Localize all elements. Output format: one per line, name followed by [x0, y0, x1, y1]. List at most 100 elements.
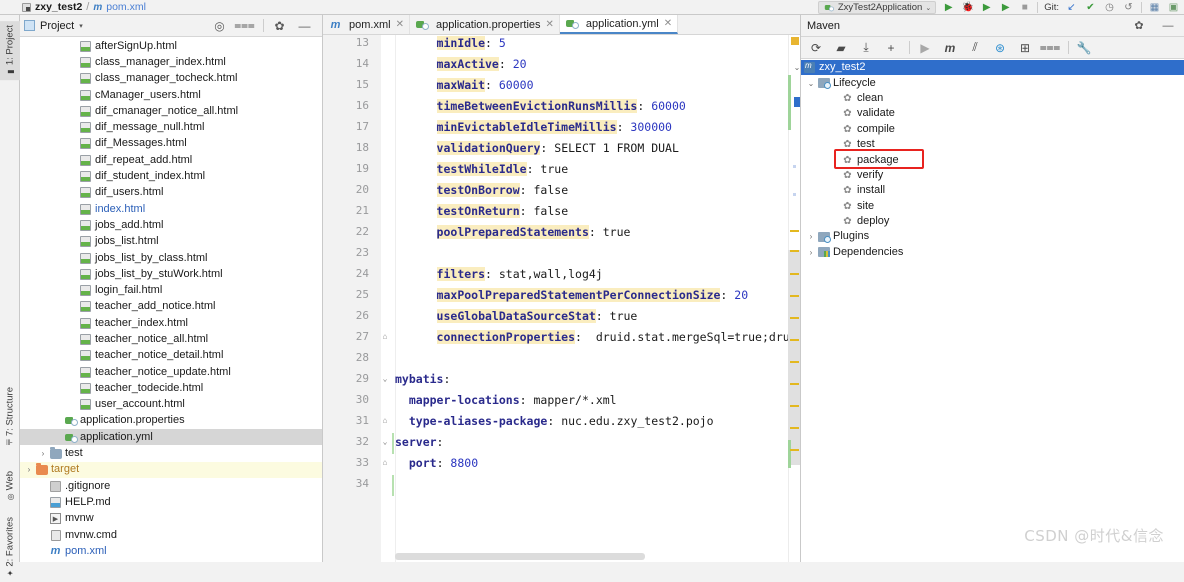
git-commit-icon[interactable]: ✔	[1084, 1, 1097, 14]
editor-tab-application-yml[interactable]: application.yml ✕	[559, 15, 679, 34]
collapse-all-icon[interactable]: ⩶	[234, 18, 255, 32]
code-line-24[interactable]: 24 filters: stat,wall,log4j	[323, 263, 800, 284]
maven-item-package[interactable]: ✿ package	[801, 152, 1184, 167]
scrollbar-thumb[interactable]	[788, 250, 800, 465]
tree-item-test[interactable]: › test	[20, 445, 322, 461]
chevron-down-icon[interactable]: ⌄	[791, 63, 803, 72]
maven-item-compile[interactable]: ✿ compile	[801, 122, 1184, 137]
select-opened-file-icon[interactable]: ◎	[213, 19, 226, 33]
tree-item-login-fail-html[interactable]: login_fail.html	[20, 282, 322, 298]
code-line-25[interactable]: 25 maxPoolPreparedStatementPerConnection…	[323, 284, 800, 305]
code-line-23[interactable]: 23	[323, 242, 800, 263]
tool-window-structure[interactable]: ⊪ 7: Structure	[0, 383, 20, 451]
close-icon[interactable]: ✕	[396, 19, 404, 30]
stripe-warning-marker[interactable]	[791, 37, 799, 45]
settings-icon[interactable]: ✿	[273, 19, 286, 33]
preview-icon[interactable]: ▣	[1167, 1, 1180, 14]
tree-item-class-manager-tocheck-html[interactable]: class_manager_tocheck.html	[20, 71, 322, 87]
stripe-warning-marker[interactable]	[790, 339, 799, 341]
generate-sources-icon[interactable]: ▰	[834, 41, 848, 55]
chevron-right-icon[interactable]: ›	[805, 232, 817, 241]
tool-window-project[interactable]: ▮ 1: Project	[0, 21, 20, 81]
project-panel-title-group[interactable]: Project ▾	[24, 20, 83, 32]
close-icon[interactable]: ✕	[664, 18, 672, 29]
code-line-27[interactable]: 27 ⌂ connectionProperties: druid.stat.mer…	[323, 326, 800, 347]
code-line-13[interactable]: 13 minIdle: 5	[323, 35, 800, 53]
fold-marker-icon[interactable]: ⌂	[375, 332, 395, 341]
code-line-34[interactable]: 34	[323, 473, 800, 494]
tree-item-dif-users-html[interactable]: dif_users.html	[20, 185, 322, 201]
stripe-warning-marker[interactable]	[790, 405, 799, 407]
code-line-30[interactable]: 30 mapper-locations: mapper/*.xml	[323, 389, 800, 410]
project-file-tree[interactable]: afterSignUp.html class_manager_index.html…	[20, 37, 322, 562]
search-everywhere-icon[interactable]: ▦	[1148, 1, 1161, 14]
tree-item-teacher-notice-update-html[interactable]: teacher_notice_update.html	[20, 364, 322, 380]
add-maven-project-icon[interactable]: +	[884, 41, 898, 55]
maven-build-tools-icon[interactable]: 🔧	[1077, 41, 1092, 55]
maven-item-validate[interactable]: ✿ validate	[801, 106, 1184, 121]
tree-item-dif-repeat-add-html[interactable]: dif_repeat_add.html	[20, 152, 322, 168]
settings-icon[interactable]: ✿	[1132, 19, 1146, 33]
tree-item-aftersignup-html[interactable]: afterSignUp.html	[20, 38, 322, 54]
maven-item-install[interactable]: ✿ install	[801, 183, 1184, 198]
fold-marker-icon[interactable]: ⌂	[375, 416, 395, 425]
code-line-19[interactable]: 19 testWhileIdle: true	[323, 158, 800, 179]
maven-item-deploy[interactable]: ✿ deploy	[801, 214, 1184, 229]
tree-item-jobs-list-by-stuwork-html[interactable]: jobs_list_by_stuWork.html	[20, 266, 322, 282]
tree-item-dif-message-null-html[interactable]: dif_message_null.html	[20, 119, 322, 135]
tree-item-help-md[interactable]: HELP.md	[20, 494, 322, 510]
stripe-warning-marker[interactable]	[790, 449, 799, 451]
breadcrumb-file[interactable]: pom.xml	[106, 1, 146, 13]
git-history-icon[interactable]: ◷	[1103, 1, 1116, 14]
code-line-31[interactable]: 31 ⌂ type-aliases-package: nuc.edu.zxy_te…	[323, 410, 800, 431]
download-sources-icon[interactable]: ⤓	[859, 40, 873, 55]
tree-item-target[interactable]: › target	[20, 461, 322, 479]
stripe-warning-marker[interactable]	[790, 230, 799, 232]
tree-item-class-manager-index-html[interactable]: class_manager_index.html	[20, 54, 322, 70]
stripe-warning-marker[interactable]	[790, 383, 799, 385]
tree-item-mvnw[interactable]: ▶ mvnw	[20, 511, 322, 527]
tree-item-jobs-list-by-class-html[interactable]: jobs_list_by_class.html	[20, 250, 322, 266]
run-button[interactable]: ▶	[942, 1, 955, 14]
chevron-right-icon[interactable]: ›	[805, 248, 817, 257]
maven-settings-icon[interactable]: m	[943, 41, 957, 55]
code-line-20[interactable]: 20 testOnBorrow: false	[323, 179, 800, 200]
code-line-33[interactable]: 33 ⌂ port: 8800	[323, 452, 800, 473]
editor-tab-pom-xml[interactable]: m pom.xml ✕	[323, 15, 410, 34]
tree-item-jobs-add-html[interactable]: jobs_add.html	[20, 217, 322, 233]
fold-marker-icon[interactable]: ⌂	[375, 458, 395, 467]
close-icon[interactable]: ✕	[546, 19, 554, 30]
code-editor[interactable]: 13 minIdle: 5 14 maxActive: 20 15 maxWait:…	[323, 35, 800, 562]
stripe-warning-marker[interactable]	[790, 250, 799, 252]
code-line-26[interactable]: 26 useGlobalDataSourceStat: true	[323, 305, 800, 326]
toggle-skip-tests-icon[interactable]: ⊛	[993, 41, 1007, 55]
tree-item-user-account-html[interactable]: user_account.html	[20, 397, 322, 413]
breadcrumb-project[interactable]: zxy_test2	[35, 1, 82, 13]
code-line-21[interactable]: 21 testOnReturn: false	[323, 200, 800, 221]
tree-item-jobs-list-html[interactable]: jobs_list.html	[20, 234, 322, 250]
code-line-32[interactable]: 32 ⌄ server:	[323, 431, 800, 452]
stripe-warning-marker[interactable]	[790, 317, 799, 319]
code-line-22[interactable]: 22 poolPreparedStatements: true	[323, 221, 800, 242]
stripe-warning-marker[interactable]	[790, 361, 799, 363]
code-line-14[interactable]: 14 maxActive: 20	[323, 53, 800, 74]
debug-button[interactable]: 🐞	[961, 1, 974, 14]
stripe-warning-marker[interactable]	[790, 295, 799, 297]
code-line-28[interactable]: 28	[323, 347, 800, 368]
tool-window-web[interactable]: ◎ Web	[0, 467, 20, 505]
tree-item-application-yml[interactable]: application.yml	[20, 429, 322, 446]
tree-item-teacher-index-html[interactable]: teacher_index.html	[20, 315, 322, 331]
git-rollback-icon[interactable]: ↺	[1122, 1, 1135, 14]
toggle-offline-icon[interactable]: ⫽	[968, 40, 982, 55]
tree-item-dif-messages-html[interactable]: dif_Messages.html	[20, 136, 322, 152]
tree-item-pom-xml[interactable]: m pom.xml	[20, 543, 322, 559]
chevron-right-icon[interactable]: ›	[37, 449, 49, 458]
code-line-18[interactable]: 18 validationQuery: SELECT 1 FROM DUAL	[323, 137, 800, 158]
maven-item-site[interactable]: ✿ site	[801, 199, 1184, 214]
profile-button[interactable]: ▶	[999, 1, 1012, 14]
maven-item-plugins[interactable]: › Plugins	[801, 229, 1184, 244]
tree-item-teacher-notice-detail-html[interactable]: teacher_notice_detail.html	[20, 348, 322, 364]
chevron-right-icon[interactable]: ›	[23, 465, 35, 474]
tree-item-cmanager-users-html[interactable]: cManager_users.html	[20, 87, 322, 103]
stripe-warning-marker[interactable]	[790, 427, 799, 429]
